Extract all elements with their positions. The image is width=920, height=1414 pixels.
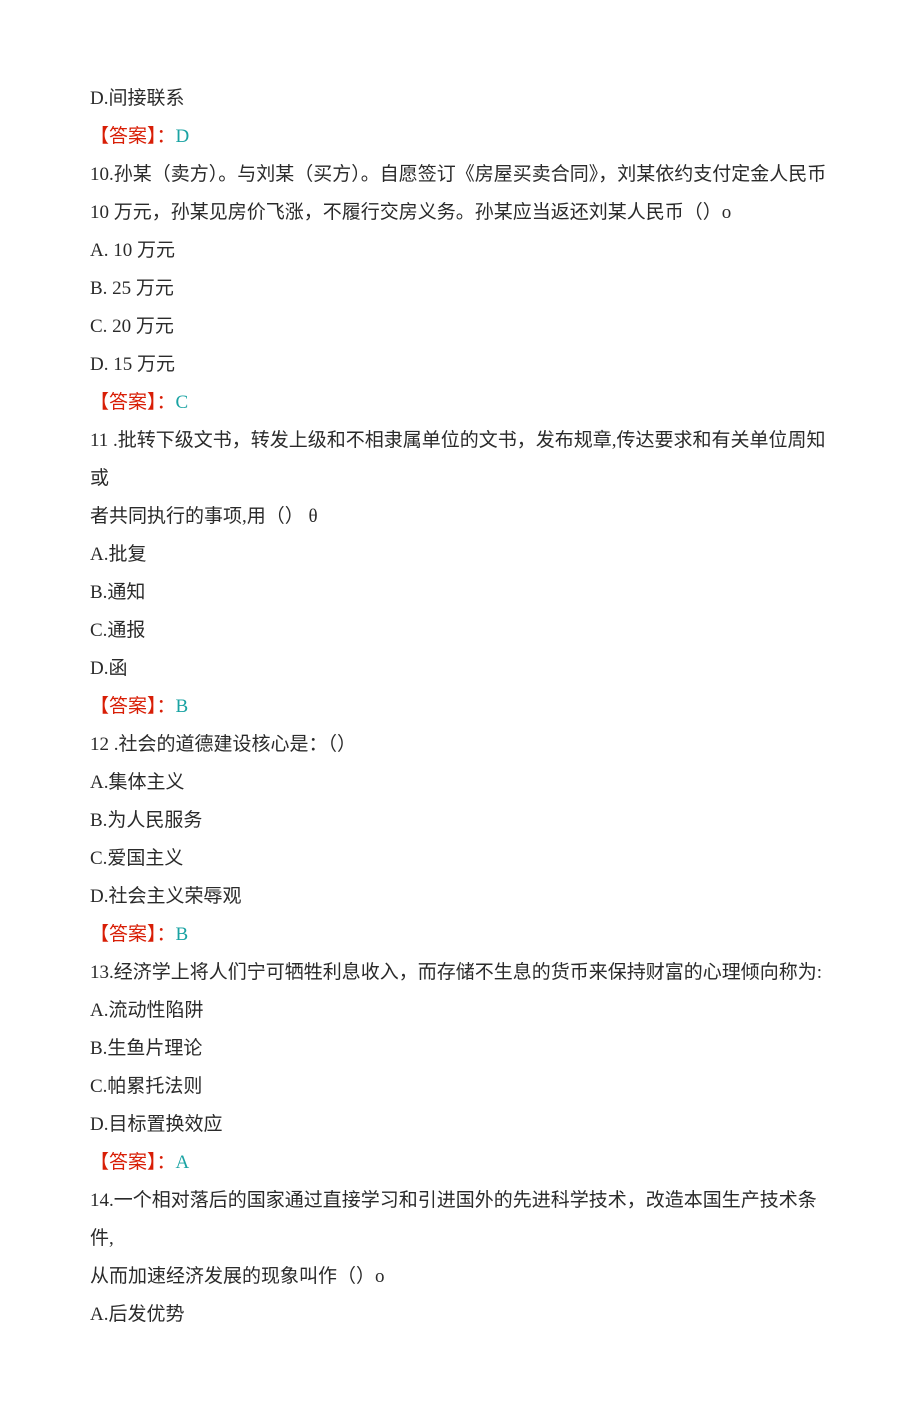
q11-option-c: C.通报 <box>90 612 830 650</box>
q11-stem-line-2: 者共同执行的事项,用（） θ <box>90 498 830 536</box>
q12-option-b: B.为人民服务 <box>90 802 830 840</box>
q14-stem-line-1: 14.一个相对落后的国家通过直接学习和引进国外的先进科学技术，改造本国生产技术条… <box>90 1182 830 1258</box>
q11-option-d: D.函 <box>90 650 830 688</box>
q10-answer: 【答案】：C <box>90 384 830 422</box>
q13-option-b: B.生鱼片理论 <box>90 1030 830 1068</box>
q10-stem-line-1: 10.孙某（卖方）。与刘某（买方）。自愿签订《房屋买卖合同》，刘某依约支付定金人… <box>90 156 830 194</box>
q13-stem: 13.经济学上将人们宁可牺牲利息收入，而存储不生息的货币来保持财富的心理倾向称为… <box>90 954 830 992</box>
q11-stem-line-1: 11 .批转下级文书，转发上级和不相隶属单位的文书，发布规章,传达要求和有关单位… <box>90 422 830 498</box>
q10-stem-line-2: 10 万元，孙某见房价飞涨，不履行交房义务。孙某应当返还刘某人民币（）o <box>90 194 830 232</box>
answer-value: A <box>176 1152 190 1173</box>
q13-option-d: D.目标置换效应 <box>90 1106 830 1144</box>
answer-label: 【答案】： <box>90 126 176 147</box>
q11-option-b: B.通知 <box>90 574 830 612</box>
q14-option-a: A.后发优势 <box>90 1296 830 1334</box>
q12-option-d: D.社会主义荣辱观 <box>90 878 830 916</box>
q11-answer: 【答案】：B <box>90 688 830 726</box>
q13-answer: 【答案】：A <box>90 1144 830 1182</box>
q11-option-a: A.批复 <box>90 536 830 574</box>
answer-label: 【答案】： <box>90 696 176 717</box>
answer-label: 【答案】： <box>90 924 176 945</box>
q9-answer: 【答案】：D <box>90 118 830 156</box>
answer-value: C <box>176 392 189 413</box>
q9-option-d: D.间接联系 <box>90 80 830 118</box>
q10-option-d: D. 15 万元 <box>90 346 830 384</box>
answer-label: 【答案】： <box>90 1152 176 1173</box>
q12-option-c: C.爱国主义 <box>90 840 830 878</box>
q14-stem-line-2: 从而加速经济发展的现象叫作（）o <box>90 1258 830 1296</box>
q10-option-b: B. 25 万元 <box>90 270 830 308</box>
q12-answer: 【答案】：B <box>90 916 830 954</box>
answer-label: 【答案】： <box>90 392 176 413</box>
q10-option-a: A. 10 万元 <box>90 232 830 270</box>
q10-option-c: C. 20 万元 <box>90 308 830 346</box>
answer-value: B <box>176 696 189 717</box>
q13-option-c: C.帕累托法则 <box>90 1068 830 1106</box>
answer-value: D <box>176 126 190 147</box>
document-page: D.间接联系 【答案】：D 10.孙某（卖方）。与刘某（买方）。自愿签订《房屋买… <box>0 0 920 1414</box>
q12-option-a: A.集体主义 <box>90 764 830 802</box>
q12-stem: 12 .社会的道德建设核心是：（） <box>90 726 830 764</box>
q13-option-a: A.流动性陷阱 <box>90 992 830 1030</box>
answer-value: B <box>176 924 189 945</box>
